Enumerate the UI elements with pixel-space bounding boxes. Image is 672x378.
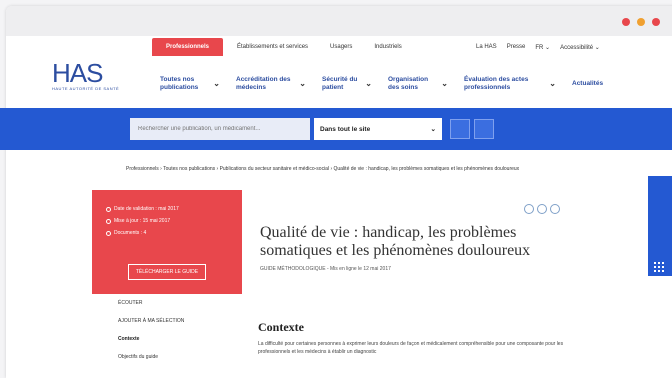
info-documents: Documents : 4 xyxy=(106,230,242,236)
tab-users[interactable]: Usagers xyxy=(330,44,352,50)
info-validation-date: Date de validation : mai 2017 xyxy=(106,206,242,212)
page-title: Qualité de vie : handicap, les problèmes… xyxy=(260,224,531,259)
close-icon[interactable] xyxy=(622,18,630,26)
add-to-selection-link[interactable]: AJOUTER À MA SÉLECTION xyxy=(118,318,184,324)
web-icon[interactable] xyxy=(550,204,560,214)
info-update-date: Mise à jour : 15 mai 2017 xyxy=(106,218,242,224)
nav-label: Actualités xyxy=(572,80,604,87)
nav-accreditation[interactable]: Accréditation des médecins ⌄ xyxy=(236,76,306,92)
nav-label: Sécurité du patient xyxy=(322,76,358,91)
nav-publications[interactable]: Toutes nos publications ⌄ xyxy=(160,76,220,92)
chevron-down-icon: ⌄ xyxy=(299,79,306,88)
main-navigation: Toutes nos publications ⌄ Accréditation d… xyxy=(160,76,619,92)
nav-label: Évaluation des actes professionnels xyxy=(464,76,529,91)
grid-icon[interactable] xyxy=(654,262,664,272)
advanced-search-button[interactable] xyxy=(474,119,494,139)
minimize-icon[interactable] xyxy=(637,18,645,26)
search-button[interactable] xyxy=(450,119,470,139)
nav-care-organization[interactable]: Organisation des soins ⌄ xyxy=(388,76,448,92)
select-value: Dans tout le site xyxy=(320,125,371,133)
accessibility-menu[interactable]: Accessibilité ⌄ xyxy=(560,44,600,51)
nav-label: Accréditation des médecins xyxy=(236,76,291,91)
nav-patient-safety[interactable]: Sécurité du patient ⌄ xyxy=(322,76,372,92)
section-paragraph: La difficulté pour certaines personnes à… xyxy=(258,341,564,355)
chevron-down-icon: ⌄ xyxy=(365,79,372,88)
document-info-panel: Date de validation : mai 2017 Mise à jou… xyxy=(92,190,242,294)
toc-contexte[interactable]: Contexte xyxy=(118,336,184,342)
maximize-icon[interactable] xyxy=(652,18,660,26)
tab-professionals[interactable]: Professionnels xyxy=(152,38,224,56)
chevron-down-icon: ⌄ xyxy=(441,79,448,88)
toc-objectifs[interactable]: Objectifs du guide xyxy=(118,354,184,360)
tab-establishments[interactable]: Établissements et services xyxy=(237,44,308,50)
link-press[interactable]: Presse xyxy=(507,44,526,51)
nav-label: Organisation des soins xyxy=(388,76,429,91)
breadcrumb[interactable]: Professionnels › Toutes nos publications… xyxy=(126,166,576,173)
logo-text: HAS xyxy=(52,58,103,88)
download-guide-button[interactable]: TÉLÉCHARGER LE GUIDE xyxy=(128,264,206,280)
section-title: Contexte xyxy=(258,320,304,334)
chevron-down-icon: ⌄ xyxy=(549,79,556,88)
logo-subtitle: HAUTE AUTORITÉ DE SANTÉ xyxy=(52,86,120,91)
language-select[interactable]: FR ⌄ xyxy=(535,44,550,51)
search-input[interactable] xyxy=(130,118,310,140)
share-icon[interactable] xyxy=(537,204,547,214)
utility-navigation: La HAS Presse FR ⌄ Accessibilité ⌄ xyxy=(476,44,600,51)
tab-industrials[interactable]: Industriels xyxy=(374,44,401,50)
listen-link[interactable]: ÉCOUTER xyxy=(118,300,184,306)
site-logo[interactable]: HAS HAUTE AUTORITÉ DE SANTÉ xyxy=(52,58,119,91)
nav-news[interactable]: Actualités xyxy=(572,76,603,92)
nav-label: Toutes nos publications xyxy=(160,76,199,91)
share-icons xyxy=(524,204,560,214)
page-meta: GUIDE MÉTHODOLOGIQUE - Mis en ligne le 1… xyxy=(260,266,391,272)
link-about[interactable]: La HAS xyxy=(476,44,497,51)
sidebar-links: ÉCOUTER AJOUTER À MA SÉLECTION Contexte … xyxy=(118,300,184,372)
search-scope-select[interactable]: Dans tout le site ⌄ xyxy=(314,118,442,140)
nav-evaluation[interactable]: Évaluation des actes professionnels ⌄ xyxy=(464,76,556,92)
window-controls xyxy=(622,18,660,26)
print-icon[interactable] xyxy=(524,204,534,214)
top-navigation: Professionnels Établissements et service… xyxy=(152,38,424,56)
title-bar xyxy=(6,6,672,36)
chevron-down-icon: ⌄ xyxy=(213,79,220,88)
chevron-down-icon: ⌄ xyxy=(430,126,436,133)
side-toolbar xyxy=(648,176,672,276)
